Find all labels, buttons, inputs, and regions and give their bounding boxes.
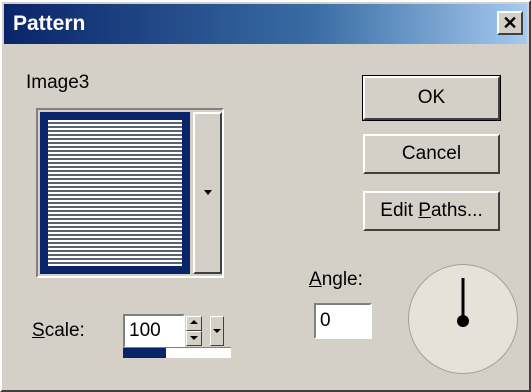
- angle-label: Angle:: [309, 269, 363, 290]
- ok-button[interactable]: OK: [362, 75, 501, 121]
- spin-up-icon: [190, 320, 198, 324]
- scale-spin-down[interactable]: [186, 331, 202, 346]
- pattern-swatch[interactable]: [40, 112, 190, 274]
- pattern-name-label: Image3: [26, 72, 90, 93]
- pattern-preview-image: [48, 120, 182, 266]
- pattern-dialog: Pattern ✕ Image3 OK Cancel Edit Paths...…: [0, 0, 531, 392]
- pattern-dropdown-button[interactable]: [193, 112, 222, 274]
- close-icon: ✕: [502, 12, 518, 33]
- spin-down-icon: [190, 336, 198, 340]
- scale-spin-up[interactable]: [186, 316, 202, 331]
- close-button[interactable]: ✕: [497, 11, 523, 35]
- cancel-button-label: Cancel: [401, 143, 462, 164]
- scale-slider-fill: [123, 348, 167, 358]
- cancel-button[interactable]: Cancel: [363, 134, 500, 174]
- pattern-picker[interactable]: [36, 108, 224, 278]
- scale-dropdown-icon: [213, 329, 221, 333]
- dial-needle-graphic: [457, 278, 469, 327]
- angle-input[interactable]: [314, 303, 372, 339]
- title-bar[interactable]: Pattern ✕: [4, 4, 527, 44]
- angle-dial[interactable]: [408, 264, 518, 374]
- dropdown-caret-icon: [204, 190, 212, 195]
- scale-label: Scale:: [32, 320, 85, 341]
- edit-paths-label: Edit Paths...: [380, 200, 483, 221]
- scale-slider[interactable]: [123, 347, 231, 358]
- window-title: Pattern: [13, 12, 86, 35]
- angle-pivot: [457, 315, 469, 327]
- edit-paths-button[interactable]: Edit Paths...: [363, 191, 500, 231]
- scale-dropdown-button[interactable]: [210, 316, 224, 346]
- scale-input[interactable]: [123, 314, 185, 348]
- ok-button-label: OK: [417, 87, 446, 108]
